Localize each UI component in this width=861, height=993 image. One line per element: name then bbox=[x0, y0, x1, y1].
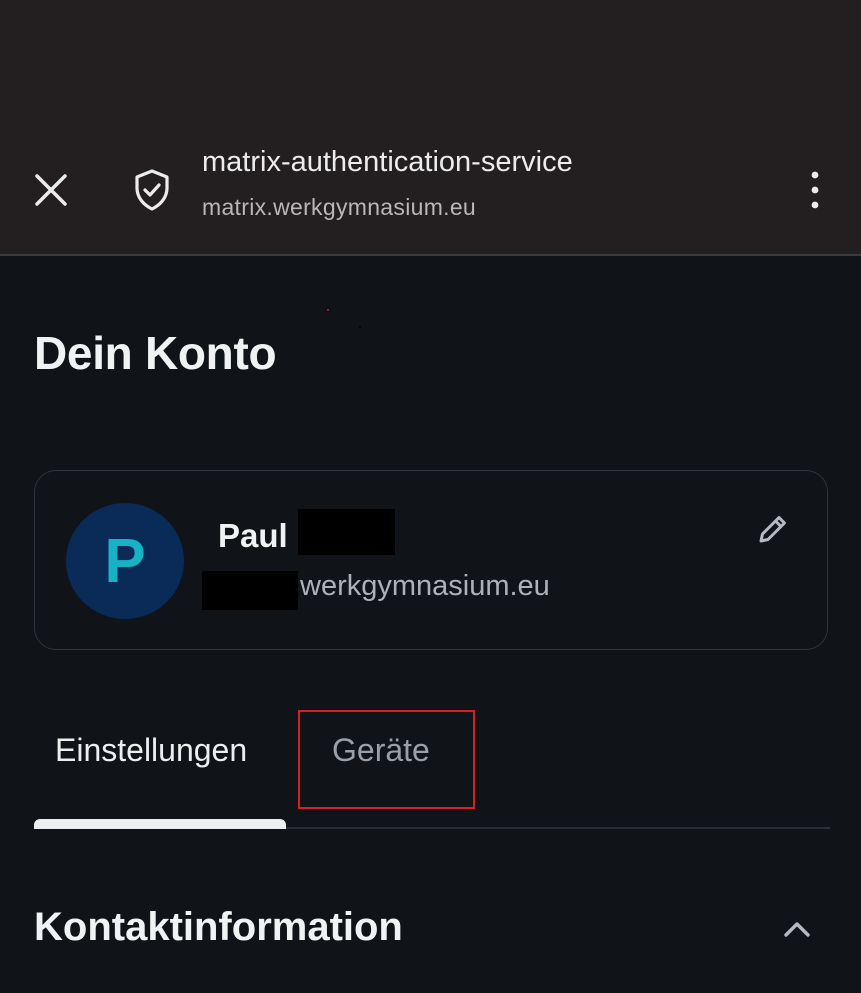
avatar-initial: P bbox=[104, 526, 146, 596]
chevron-up-icon bbox=[784, 922, 810, 937]
artifact-dot bbox=[327, 309, 329, 311]
avatar: P bbox=[66, 503, 184, 619]
user-domain: werkgymnasium.eu bbox=[300, 570, 550, 602]
artifact-dot bbox=[359, 326, 361, 328]
page-title: Dein Konto bbox=[34, 327, 277, 379]
more-vertical-icon bbox=[811, 171, 819, 209]
browser-app-bar: matrix-authentication-service matrix.wer… bbox=[0, 0, 861, 256]
section-title-contact: Kontaktinformation bbox=[34, 905, 403, 949]
collapse-section-button[interactable] bbox=[776, 908, 818, 950]
more-options-button[interactable] bbox=[793, 164, 837, 216]
highlight-box bbox=[298, 710, 475, 809]
close-button[interactable] bbox=[26, 165, 76, 215]
site-title: matrix-authentication-service bbox=[202, 146, 573, 178]
site-url: matrix.werkgymnasium.eu bbox=[202, 194, 477, 220]
redaction-box bbox=[202, 571, 298, 610]
edit-profile-button[interactable] bbox=[752, 508, 794, 550]
tab-settings[interactable]: Einstellungen bbox=[55, 732, 247, 769]
active-tab-indicator bbox=[34, 819, 286, 829]
close-icon bbox=[35, 174, 67, 206]
display-name: Paul bbox=[218, 517, 288, 554]
site-security-button[interactable] bbox=[128, 166, 176, 214]
shield-check-icon bbox=[135, 169, 169, 211]
pencil-icon bbox=[759, 516, 786, 543]
redaction-box bbox=[298, 509, 395, 555]
